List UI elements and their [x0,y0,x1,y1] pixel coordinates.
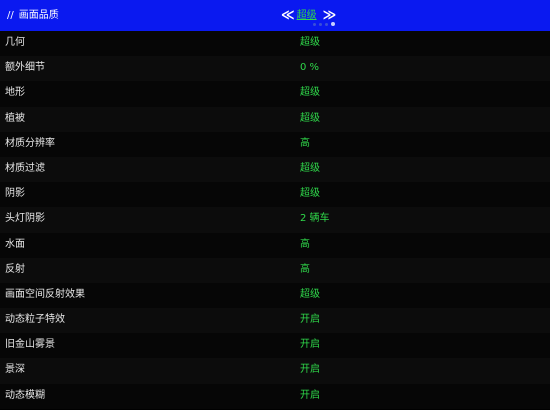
header-title-text: 画面品质 [18,10,59,21]
setting-value[interactable]: 高 [300,137,310,151]
setting-value[interactable]: 高 [300,238,310,252]
setting-value[interactable]: 2 辆车 [300,212,330,226]
setting-row-vegetation[interactable]: 植被 超级 [0,106,550,132]
setting-label: 景深 [5,364,25,376]
setting-value[interactable]: 开启 [300,338,320,352]
setting-value[interactable]: 0 % [300,61,319,75]
setting-label: 地形 [5,87,25,99]
graphics-quality-header: //画面品质 ≪ 超级 ≫ [0,0,550,31]
settings-list: 几何 超级 额外细节 0 % 地形 超级 植被 超级 材质分辨率 高 材质过滤 … [0,31,550,409]
header-slashes: // [7,10,14,21]
setting-value[interactable]: 超级 [300,86,320,100]
preset-page-indicator [313,22,335,26]
setting-row-geometry[interactable]: 几何 超级 [0,31,550,57]
setting-row-texture-resolution[interactable]: 材质分辨率 高 [0,131,550,157]
setting-label: 画面空间反射效果 [5,288,85,300]
setting-label: 旧金山雾景 [5,339,55,351]
page-dot [319,23,322,26]
setting-value[interactable]: 超级 [300,112,320,126]
setting-row-shadows[interactable]: 阴影 超级 [0,182,550,208]
page-dot [325,23,328,26]
setting-label: 头灯阴影 [5,213,45,225]
setting-value[interactable]: 超级 [300,162,320,176]
setting-value[interactable]: 开启 [300,313,320,327]
graphics-settings-screen: //画面品质 ≪ 超级 ≫ 几何 超级 额外细节 0 % 地形 超级 植被 超级… [0,0,550,410]
setting-label: 动态模糊 [5,389,45,401]
setting-label: 水面 [5,238,25,250]
setting-value[interactable]: 高 [300,263,310,277]
setting-row-dynamic-particles[interactable]: 动态粒子特效 开启 [0,308,550,334]
setting-label: 植被 [5,112,25,124]
page-dot [313,23,316,26]
page-dot-active [331,22,335,26]
setting-row-water[interactable]: 水面 高 [0,232,550,258]
setting-value[interactable]: 超级 [300,36,320,50]
setting-row-fog[interactable]: 旧金山雾景 开启 [0,333,550,359]
setting-value[interactable]: 超级 [300,187,320,201]
header-title: // 画面品质 [7,9,59,23]
setting-label: 动态粒子特效 [5,314,65,326]
setting-row-texture-filtering[interactable]: 材质过滤 超级 [0,156,550,183]
setting-value[interactable]: 超级 [300,288,320,302]
setting-label: 反射 [5,263,25,275]
setting-label: 材质过滤 [5,162,45,174]
setting-value[interactable]: 开启 [300,363,320,377]
setting-row-headlight-shadows[interactable]: 头灯阴影 2 辆车 [0,207,550,233]
setting-label: 几何 [5,37,25,48]
setting-row-terrain[interactable]: 地形 超级 [0,81,550,107]
setting-row-motion-blur[interactable]: 动态模糊 开启 [0,383,550,409]
setting-row-depth-of-field[interactable]: 景深 开启 [0,358,550,384]
setting-label: 额外细节 [5,62,45,74]
setting-row-screen-space-reflections[interactable]: 画面空间反射效果 超级 [0,282,550,309]
setting-label: 材质分辨率 [5,137,55,149]
setting-label: 阴影 [5,188,25,200]
previous-arrow-icon[interactable]: ≪ [281,6,295,26]
setting-row-reflections[interactable]: 反射 高 [0,257,550,283]
setting-value[interactable]: 开启 [300,389,320,403]
setting-row-extra-detail[interactable]: 额外细节 0 % [0,56,550,82]
quality-preset-value: 超级 [296,10,317,21]
